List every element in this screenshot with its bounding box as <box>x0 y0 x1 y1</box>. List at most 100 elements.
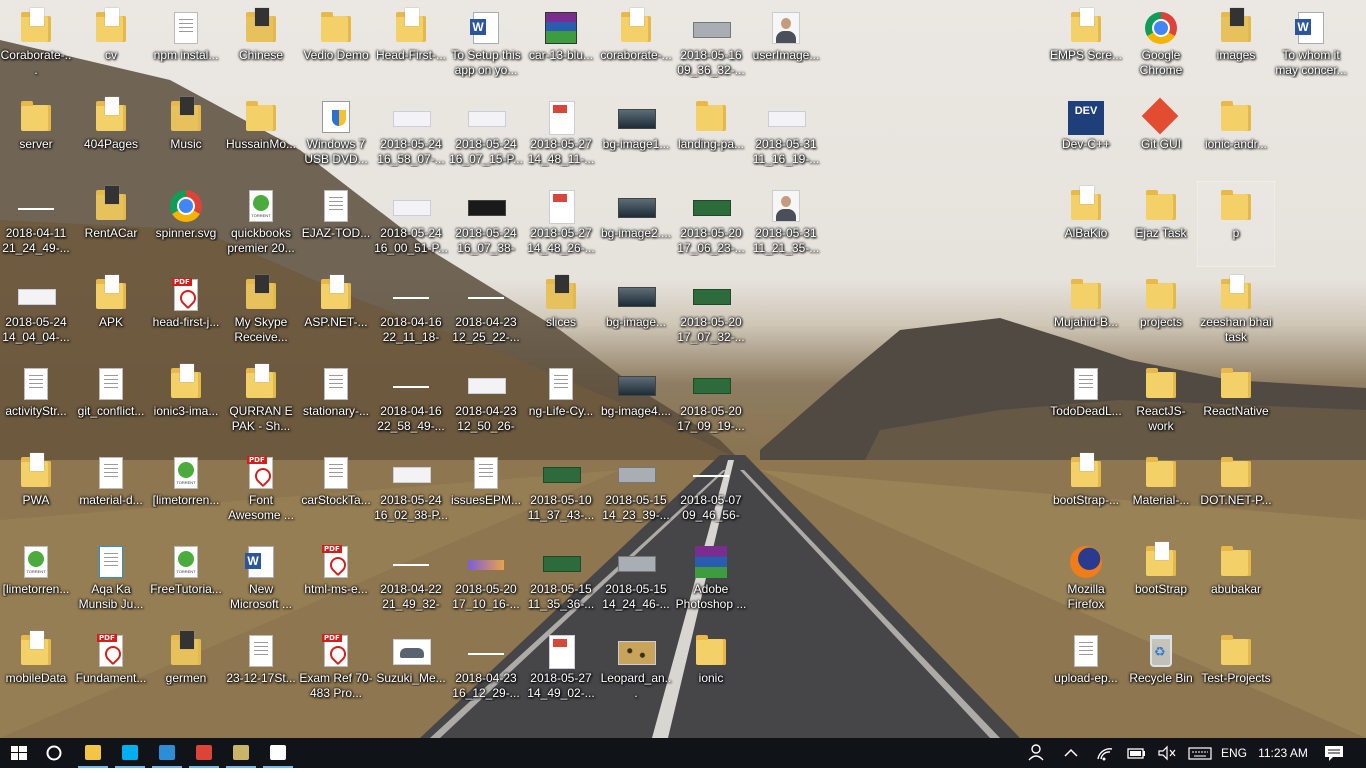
desktop-icon[interactable]: activityStr... <box>0 360 74 444</box>
clock[interactable]: 11:23 AM <box>1252 738 1314 768</box>
desktop-icon[interactable]: Coraborate-... <box>0 4 74 88</box>
desktop-icon[interactable]: QURRAN E PAK - Sh... <box>223 360 299 444</box>
desktop-icon[interactable]: Google Chrome <box>1123 4 1199 88</box>
desktop-icon[interactable]: coraborate-... <box>598 4 674 88</box>
desktop-icon[interactable]: Exam Ref 70-483 Pro... <box>298 627 374 711</box>
desktop-icon[interactable]: head-first-j... <box>148 271 224 355</box>
desktop-icon[interactable]: Material-... <box>1123 449 1199 533</box>
desktop-icon[interactable]: 2018-05-15 11_35_36-... <box>523 538 599 622</box>
desktop-icon[interactable]: 404Pages <box>73 93 149 177</box>
desktop-icon[interactable]: mobileData <box>0 627 74 711</box>
desktop-icon[interactable]: 2018-04-23 16_12_29-... <box>448 627 524 711</box>
desktop-icon[interactable]: spinner.svg <box>148 182 224 266</box>
desktop-icon[interactable]: 2018-05-15 14_24_46-... <box>598 538 674 622</box>
desktop-icon[interactable]: npm instal... <box>148 4 224 88</box>
desktop-icon[interactable]: 2018-05-24 14_04_04-... <box>0 271 74 355</box>
desktop-icon[interactable]: TodoDeadL... <box>1048 360 1124 444</box>
desktop-icon[interactable]: cv <box>73 4 149 88</box>
desktop-icon[interactable]: ionic-andr... <box>1198 93 1274 177</box>
action-center-button[interactable] <box>1318 738 1350 768</box>
desktop-icon[interactable]: bg-image2.... <box>598 182 674 266</box>
desktop-icon[interactable]: 2018-05-24 16_07_38-H... <box>448 182 524 266</box>
desktop-icon[interactable]: My Skype Receive... <box>223 271 299 355</box>
desktop-icon[interactable]: ReactNative <box>1198 360 1274 444</box>
desktop-icon[interactable]: 2018-05-27 14_48_11-... <box>523 93 599 177</box>
desktop-icon[interactable]: userImage... <box>748 4 824 88</box>
desktop-icon[interactable]: 2018-04-11 21_24_49-... <box>0 182 74 266</box>
desktop-icon[interactable]: images <box>1198 4 1274 88</box>
desktop-icon[interactable]: 2018-05-24 16_02_38-P... <box>373 449 449 533</box>
desktop-icon[interactable]: Font Awesome ... <box>223 449 299 533</box>
editor-e-taskbar-button[interactable] <box>222 738 260 768</box>
desktop-icon[interactable]: slices <box>523 271 599 355</box>
desktop-icon[interactable]: DEV Dev-C++ <box>1048 93 1124 177</box>
desktop-icon[interactable]: Test-Projects <box>1198 627 1274 711</box>
desktop-icon[interactable]: landing-pa... <box>673 93 749 177</box>
desktop-icon[interactable]: 2018-04-16 22_11_18-M... <box>373 271 449 355</box>
desktop-icon[interactable]: ng-Life-Cy... <box>523 360 599 444</box>
desktop-icon[interactable]: 2018-05-15 14_23_39-... <box>598 449 674 533</box>
file-explorer-taskbar-button[interactable] <box>74 738 112 768</box>
desktop-icon[interactable]: AlBaKio <box>1048 182 1124 266</box>
desktop-icon[interactable]: PWA <box>0 449 74 533</box>
desktop-icon[interactable]: APK <box>73 271 149 355</box>
chrome-taskbar-button[interactable] <box>185 738 223 768</box>
desktop-icon[interactable]: 23-12-17St... <box>223 627 299 711</box>
desktop-icon[interactable]: [limetorren... <box>148 449 224 533</box>
desktop-icon[interactable]: RentACar <box>73 182 149 266</box>
desktop-icon[interactable]: 2018-05-24 16_07_15-P... <box>448 93 524 177</box>
desktop-icon[interactable]: Chinese <box>223 4 299 88</box>
desktop-icon[interactable]: Music <box>148 93 224 177</box>
desktop-icon[interactable]: Git GUI <box>1123 93 1199 177</box>
desktop-icon[interactable]: ASP.NET-... <box>298 271 374 355</box>
desktop-icon[interactable]: HussainMo... <box>223 93 299 177</box>
desktop-icon[interactable]: New Microsoft ... <box>223 538 299 622</box>
desktop-icon[interactable]: 2018-05-16 09_36_32-... <box>673 4 749 88</box>
desktop-icon[interactable]: html-ms-e... <box>298 538 374 622</box>
desktop-icon[interactable]: bg-image1... <box>598 93 674 177</box>
desktop-icon[interactable]: bg-image4.... <box>598 360 674 444</box>
start-button[interactable] <box>0 738 38 768</box>
desktop-icon[interactable]: bg-image... <box>598 271 674 355</box>
desktop-icon[interactable]: To whom it may concer... <box>1273 4 1349 88</box>
desktop-icon[interactable]: Adobe Photoshop ... <box>673 538 749 622</box>
desktop-icon[interactable]: Recycle Bin <box>1123 627 1199 711</box>
touch-keyboard-button[interactable] <box>1184 738 1216 768</box>
desktop-icon[interactable]: quickbooks premier 20... <box>223 182 299 266</box>
desktop-icon[interactable]: 2018-05-27 14_48_26-... <box>523 182 599 266</box>
desktop-icon[interactable]: DOT.NET-P... <box>1198 449 1274 533</box>
desktop-icon[interactable]: git_conflict... <box>73 360 149 444</box>
desktop-icon[interactable]: upload-ep... <box>1048 627 1124 711</box>
desktop-icon[interactable]: zeeshan bhai task <box>1198 271 1274 355</box>
desktop-icon[interactable]: 2018-04-16 22_58_49-... <box>373 360 449 444</box>
desktop-icon[interactable]: abubakar <box>1198 538 1274 622</box>
desktop-icon[interactable]: FreeTutoria... <box>148 538 224 622</box>
photos-taskbar-button[interactable] <box>259 738 297 768</box>
desktop-icon[interactable]: issuesEPM... <box>448 449 524 533</box>
desktop-icon[interactable]: 2018-05-07 09_46_56-ht... <box>673 449 749 533</box>
desktop-icon[interactable]: Aqa Ka Munsib Ju... <box>73 538 149 622</box>
desktop-icon[interactable]: germen <box>148 627 224 711</box>
cortana-button[interactable] <box>36 738 74 768</box>
input-language-indicator[interactable]: ENG <box>1218 738 1250 768</box>
desktop-icon[interactable]: Leopard_an... <box>598 627 674 711</box>
desktop-icon[interactable]: Ejaz Task <box>1123 182 1199 266</box>
battery-button[interactable] <box>1122 738 1150 768</box>
desktop-icon[interactable]: carStockTa... <box>298 449 374 533</box>
desktop-icon[interactable]: 2018-05-31 11_21_35-... <box>748 182 824 266</box>
desktop-icon[interactable]: 2018-05-24 16_58_07-... <box>373 93 449 177</box>
desktop-icon[interactable]: material-d... <box>73 449 149 533</box>
skype-taskbar-button[interactable] <box>111 738 149 768</box>
desktop-icon[interactable]: bootStrap-... <box>1048 449 1124 533</box>
desktop-icon[interactable]: 2018-05-20 17_07_32-... <box>673 271 749 355</box>
desktop-icon[interactable]: EJAZ-TOD... <box>298 182 374 266</box>
desktop-icon[interactable]: ionic <box>673 627 749 711</box>
desktop-icon[interactable]: Suzuki_Me... <box>373 627 449 711</box>
desktop-icon[interactable]: 2018-05-20 17_09_19-... <box>673 360 749 444</box>
desktop-icon[interactable]: 2018-04-23 12_25_22-... <box>448 271 524 355</box>
desktop-icon[interactable]: bootStrap <box>1123 538 1199 622</box>
desktop-icon[interactable]: 2018-05-20 17_06_23-... <box>673 182 749 266</box>
desktop-icon[interactable]: car-13-blu... <box>523 4 599 88</box>
desktop[interactable]: Coraborate-... cv npm instal... Chinese Vedi… <box>0 0 1366 738</box>
desktop-icon[interactable]: stationary-... <box>298 360 374 444</box>
